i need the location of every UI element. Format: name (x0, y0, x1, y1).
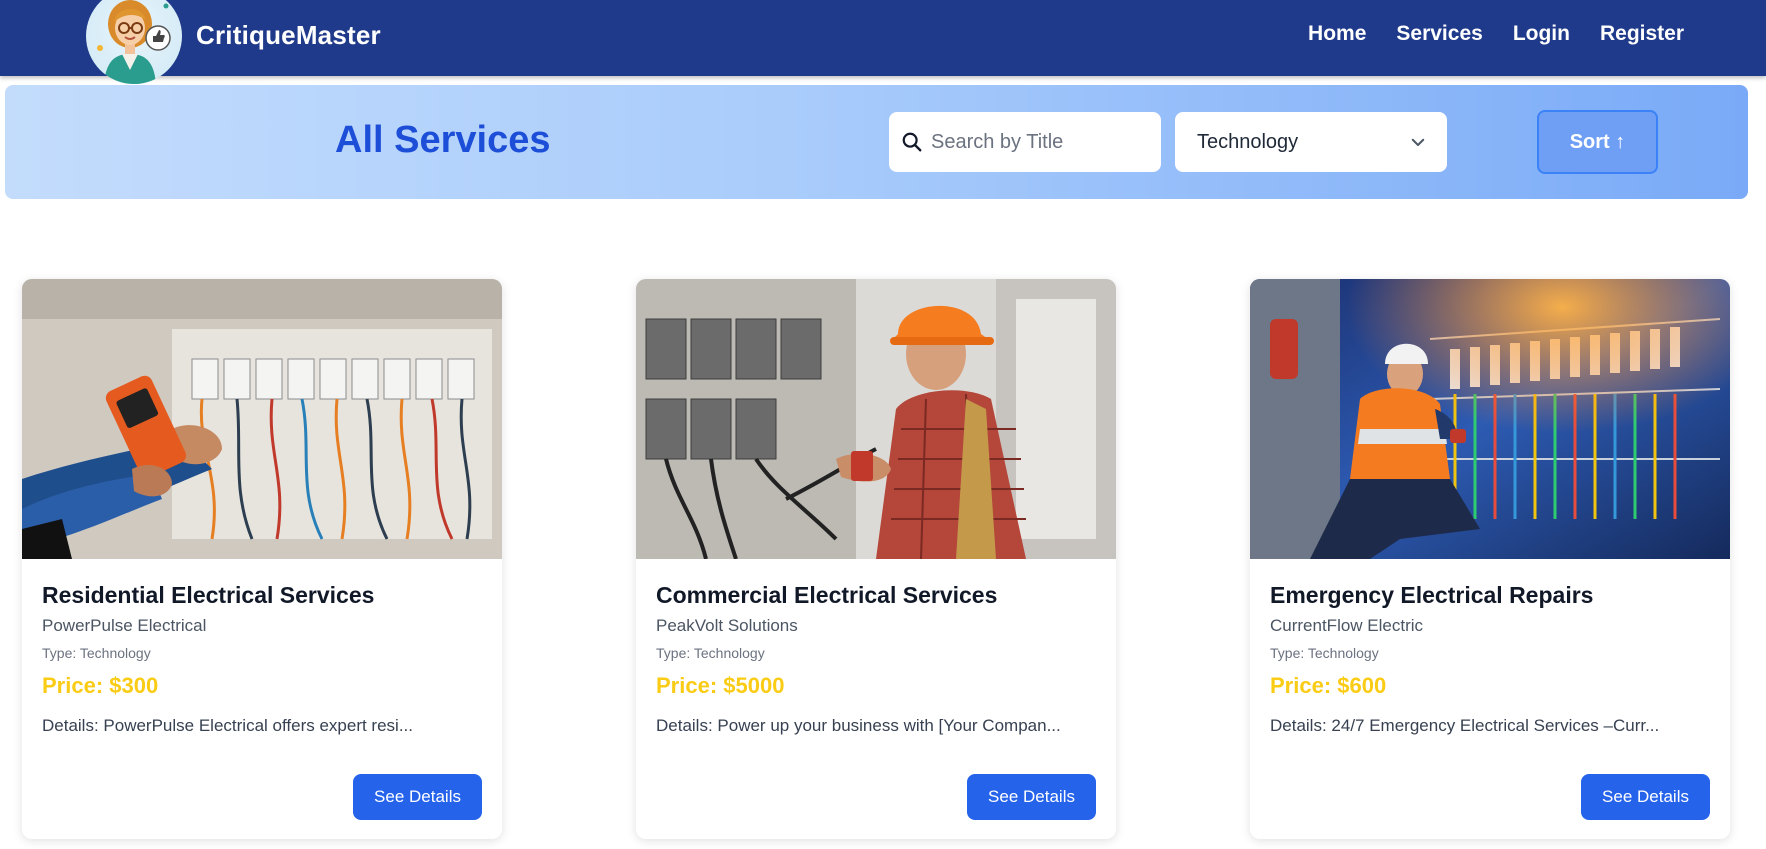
nav-register-link[interactable]: Register (1600, 22, 1684, 46)
service-image (1250, 279, 1730, 559)
brand-name[interactable]: CritiqueMaster (196, 20, 381, 51)
category-selected-value: Technology (1197, 130, 1299, 153)
service-company: PowerPulse Electrical (42, 616, 207, 635)
nav-home-link[interactable]: Home (1308, 22, 1366, 46)
service-details: Details: Power up your business with [Yo… (656, 716, 1061, 735)
service-card: Commercial Electrical Services PeakVolt … (636, 279, 1116, 839)
service-image (22, 279, 502, 559)
see-details-button[interactable]: See Details (1581, 774, 1710, 820)
search-input[interactable] (929, 129, 1149, 155)
see-details-button[interactable]: See Details (353, 774, 482, 820)
service-card: Emergency Electrical Repairs CurrentFlow… (1250, 279, 1730, 839)
service-company: PeakVolt Solutions (656, 616, 798, 635)
service-type: Type: Technology (42, 645, 151, 661)
service-type: Type: Technology (1270, 645, 1379, 661)
service-title: Residential Electrical Services (42, 582, 375, 608)
service-details: Details: 24/7 Emergency Electrical Servi… (1270, 716, 1660, 735)
service-details: Details: PowerPulse Electrical offers ex… (42, 716, 413, 735)
service-company: CurrentFlow Electric (1270, 616, 1424, 635)
search-box[interactable] (889, 112, 1161, 172)
service-price: Price: $5000 (656, 673, 785, 698)
service-title: Commercial Electrical Services (656, 582, 998, 608)
nav-links: Home Services Login Register (1308, 22, 1684, 46)
chevron-down-icon (1411, 138, 1425, 146)
category-select[interactable]: Technology (1175, 112, 1447, 172)
filter-bar: All Services Technology Sort ↑ (5, 85, 1748, 199)
see-details-button[interactable]: See Details (967, 774, 1096, 820)
sort-button[interactable]: Sort ↑ (1537, 110, 1658, 174)
service-type: Type: Technology (656, 645, 765, 661)
page-title: All Services (335, 119, 551, 161)
service-image (636, 279, 1116, 559)
nav-login-link[interactable]: Login (1513, 22, 1570, 46)
service-title: Emergency Electrical Repairs (1270, 582, 1594, 608)
service-card: Residential Electrical Services PowerPul… (22, 279, 502, 839)
nav-services-link[interactable]: Services (1396, 22, 1482, 46)
service-price: Price: $600 (1270, 673, 1387, 698)
navbar: CritiqueMaster Home Services Login Regis… (0, 0, 1766, 84)
service-price: Price: $300 (42, 673, 159, 698)
logo-avatar-icon[interactable] (86, 0, 182, 84)
search-icon (902, 132, 922, 152)
